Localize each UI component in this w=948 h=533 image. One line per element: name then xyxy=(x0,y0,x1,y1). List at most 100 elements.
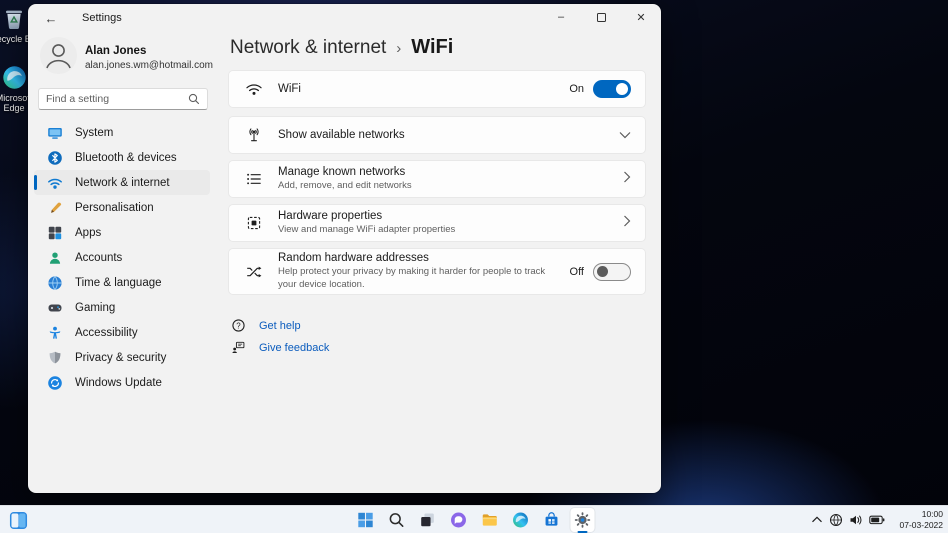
sidebar-item-label: Privacy & security xyxy=(75,352,166,364)
random-hardware-addresses-card[interactable]: Random hardware addresses Help protect y… xyxy=(228,248,646,295)
apps-icon xyxy=(47,225,63,241)
back-button[interactable]: ← xyxy=(36,7,66,29)
taskbar-search-button[interactable] xyxy=(385,508,409,532)
chat-icon xyxy=(450,511,468,529)
link-label: Get help xyxy=(259,320,301,332)
maximize-icon xyxy=(597,13,606,22)
link-label: Give feedback xyxy=(259,342,329,354)
card-title: Random hardware addresses xyxy=(278,252,560,264)
system-tray: 10:00 07-03-2022 xyxy=(811,506,943,533)
sidebar-item-personalisation[interactable]: Personalisation xyxy=(34,195,210,220)
card-title: Manage known networks xyxy=(278,166,613,178)
chip-icon xyxy=(245,214,263,232)
sidebar-item-label: Accounts xyxy=(75,252,122,264)
tray-time-label: 10:00 xyxy=(891,509,943,520)
tray-volume-button[interactable] xyxy=(849,513,863,527)
sidebar-item-privacy-security[interactable]: Privacy & security xyxy=(34,345,210,370)
minimize-icon: – xyxy=(558,11,564,23)
maximize-button[interactable] xyxy=(581,4,621,30)
edge-icon xyxy=(1,64,28,91)
card-subtitle: Add, remove, and edit networks xyxy=(278,180,608,192)
sidebar-item-label: Gaming xyxy=(75,302,115,314)
privacy-security-icon xyxy=(47,350,63,366)
task-view-icon xyxy=(419,511,437,529)
help-icon: ? xyxy=(231,318,246,333)
widgets-button[interactable] xyxy=(8,510,28,530)
sidebar-item-label: Accessibility xyxy=(75,327,138,339)
sidebar-item-network-internet[interactable]: Network & internet xyxy=(34,170,210,195)
sidebar-item-accessibility[interactable]: Accessibility xyxy=(34,320,210,345)
tray-battery-button[interactable] xyxy=(869,513,885,527)
network-icon xyxy=(47,175,63,191)
page-title: WiFi xyxy=(411,36,453,59)
wifi-icon xyxy=(245,80,263,98)
gaming-icon xyxy=(47,300,63,316)
edge-icon xyxy=(512,511,530,529)
search-icon xyxy=(188,93,200,105)
hardware-properties-card[interactable]: Hardware properties View and manage WiFi… xyxy=(228,204,646,242)
personalisation-icon xyxy=(47,200,63,216)
sidebar-item-apps[interactable]: Apps xyxy=(34,220,210,245)
sidebar-item-system[interactable]: System xyxy=(34,120,210,145)
task-view-button[interactable] xyxy=(416,508,440,532)
search-input[interactable] xyxy=(46,93,188,105)
breadcrumb: Network & internet › WiFi xyxy=(230,36,453,59)
card-title: Hardware properties xyxy=(278,210,613,222)
edge-button[interactable] xyxy=(509,508,533,532)
random-hardware-addresses-toggle[interactable] xyxy=(593,263,631,281)
close-button[interactable]: ✕ xyxy=(621,4,661,30)
chevron-right-icon xyxy=(623,170,631,188)
chevron-right-icon xyxy=(623,214,631,232)
list-icon xyxy=(245,170,263,188)
feedback-icon xyxy=(231,340,246,355)
sidebar-item-label: Apps xyxy=(75,227,101,239)
user-email: alan.jones.wm@hotmail.com xyxy=(85,60,213,71)
store-button[interactable] xyxy=(540,508,564,532)
person-icon xyxy=(40,37,77,74)
tray-expand-button[interactable] xyxy=(811,515,823,524)
sidebar-nav: System Bluetooth & devices Network & int… xyxy=(34,120,210,395)
card-title: Show available networks xyxy=(278,129,609,141)
start-button[interactable] xyxy=(354,508,378,532)
network-globe-icon xyxy=(829,513,843,527)
sidebar-item-windows-update[interactable]: Windows Update xyxy=(34,370,210,395)
close-icon: ✕ xyxy=(636,11,645,24)
chevron-down-icon xyxy=(619,126,631,144)
breadcrumb-separator-icon: › xyxy=(396,39,401,57)
widgets-icon xyxy=(9,511,28,530)
sidebar-item-label: Network & internet xyxy=(75,177,170,189)
accounts-icon xyxy=(47,250,63,266)
settings-gear-icon xyxy=(574,511,592,529)
tray-network-button[interactable] xyxy=(829,513,843,527)
wifi-toggle[interactable] xyxy=(593,80,631,98)
chat-button[interactable] xyxy=(447,508,471,532)
recycle-bin-icon xyxy=(1,6,27,32)
titlebar[interactable]: ← Settings – ✕ xyxy=(28,4,661,32)
sidebar-item-time-language[interactable]: Time & language xyxy=(34,270,210,295)
sidebar-item-label: System xyxy=(75,127,113,139)
settings-taskbar-button[interactable] xyxy=(571,508,595,532)
start-icon xyxy=(357,511,375,529)
sidebar-item-label: Personalisation xyxy=(75,202,154,214)
sidebar-item-accounts[interactable]: Accounts xyxy=(34,245,210,270)
breadcrumb-parent[interactable]: Network & internet xyxy=(230,37,386,59)
radio-tower-icon xyxy=(245,126,263,144)
show-available-networks-card[interactable]: Show available networks xyxy=(228,116,646,154)
window-title: Settings xyxy=(82,12,122,24)
file-explorer-icon xyxy=(481,511,499,529)
manage-known-networks-card[interactable]: Manage known networks Add, remove, and e… xyxy=(228,160,646,198)
search-box[interactable] xyxy=(38,88,208,110)
wifi-toggle-card[interactable]: WiFi On xyxy=(228,70,646,108)
file-explorer-button[interactable] xyxy=(478,508,502,532)
minimize-button[interactable]: – xyxy=(541,4,581,30)
sidebar-item-bluetooth-devices[interactable]: Bluetooth & devices xyxy=(34,145,210,170)
desktop: Recycle Bin Microsoft Edge ← Settings – … xyxy=(0,0,948,533)
avatar[interactable] xyxy=(40,37,77,74)
sidebar-item-label: Time & language xyxy=(75,277,162,289)
clock[interactable]: 10:00 07-03-2022 xyxy=(891,509,943,530)
card-title: WiFi xyxy=(278,83,559,95)
tray-date-label: 07-03-2022 xyxy=(891,520,943,531)
sidebar-item-gaming[interactable]: Gaming xyxy=(34,295,210,320)
give-feedback-link[interactable]: Give feedback xyxy=(231,340,329,355)
get-help-link[interactable]: ? Get help xyxy=(231,318,301,333)
